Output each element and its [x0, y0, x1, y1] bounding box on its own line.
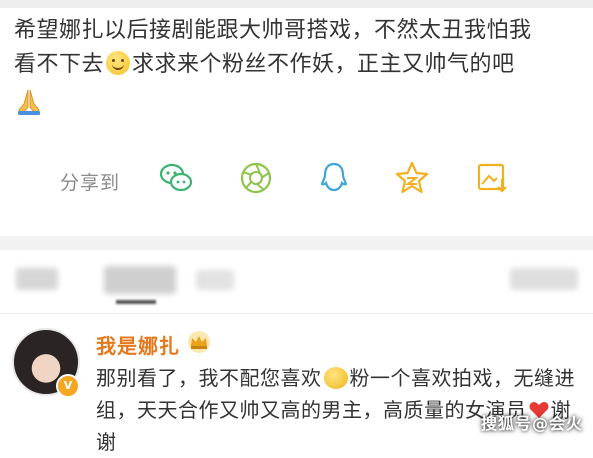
- blurred-tab-1: [16, 268, 58, 290]
- pray-emoji-icon: [18, 89, 40, 115]
- qzone-icon[interactable]: [394, 160, 430, 196]
- post-text: 希望娜扎以后接剧能跟大帅哥搭戏，不然太丑我怕我 看不下去 求求来个粉丝不作妖，正主…: [14, 14, 584, 82]
- crown-icon: [188, 331, 210, 353]
- post-line2a: 看不下去: [14, 52, 105, 77]
- verified-badge: V: [56, 374, 80, 398]
- post-line2b: 求求来个粉丝不作妖，正主又帅气的吧: [132, 52, 515, 77]
- blurred-tab-2: [104, 266, 176, 294]
- comment-username[interactable]: 我是娜扎: [96, 330, 180, 359]
- blurred-tab-3: [196, 270, 234, 290]
- watermark: 搜狐号@会火: [480, 414, 583, 433]
- top-band: [0, 0, 593, 8]
- hug-emoji-icon: [323, 367, 348, 389]
- qq-icon[interactable]: [316, 160, 352, 196]
- smile-emoji-icon: [106, 51, 131, 75]
- active-tab-underline: [116, 300, 156, 304]
- wechat-icon[interactable]: [158, 160, 194, 196]
- post-line1: 希望娜扎以后接剧能跟大帅哥搭戏，不然太丑我怕我: [14, 18, 532, 43]
- moments-icon[interactable]: [238, 160, 274, 196]
- share-row: 分享到: [0, 158, 593, 202]
- tab-bottom-line: [0, 313, 593, 314]
- save-image-icon[interactable]: [474, 160, 510, 196]
- share-label: 分享到: [60, 172, 121, 194]
- blurred-sort: [510, 268, 578, 290]
- comment-text-a: 那别看了，我不配您喜欢: [96, 366, 322, 390]
- section-divider: [0, 236, 593, 250]
- comment-avatar[interactable]: V: [12, 328, 80, 398]
